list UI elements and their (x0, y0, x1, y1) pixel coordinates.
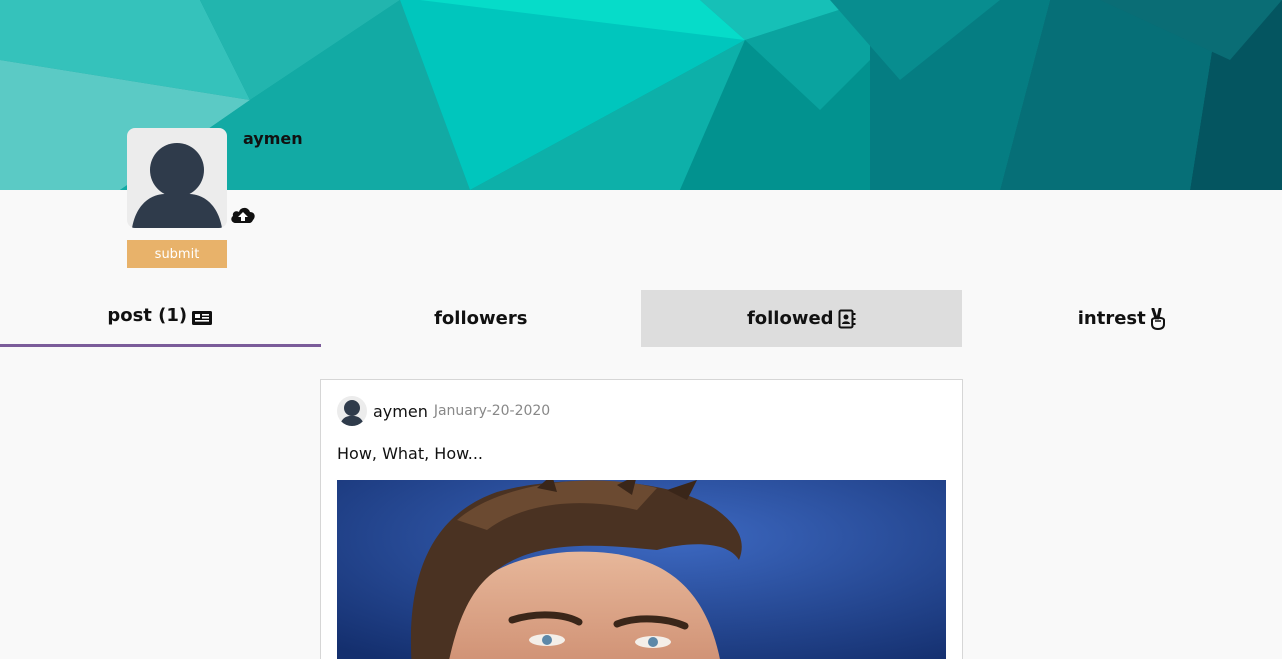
profile-avatar (127, 128, 227, 228)
post-header: aymen January-20-2020 (337, 396, 550, 426)
tab-post-label: post (1) (107, 305, 188, 326)
submit-button[interactable]: submit (127, 240, 227, 268)
post-image[interactable] (337, 480, 946, 659)
post-author-avatar[interactable] (337, 396, 367, 426)
tab-followed[interactable]: followed (641, 290, 962, 347)
profile-page: aymen submit post (1) followers followed… (0, 0, 1282, 659)
profile-name: aymen (243, 129, 303, 148)
tab-intrest[interactable]: intrest (962, 290, 1282, 347)
cloud-upload-icon[interactable] (229, 204, 257, 226)
post-card: aymen January-20-2020 How, What, How... (320, 379, 963, 659)
tab-followed-label: followed (746, 308, 834, 329)
peace-hand-icon (1150, 307, 1166, 330)
post-date: January-20-2020 (433, 403, 551, 419)
address-book-icon (838, 309, 856, 329)
tab-followers-label: followers (434, 308, 528, 329)
tab-post[interactable]: post (1) (0, 290, 321, 347)
post-author-name[interactable]: aymen (373, 402, 428, 421)
newspaper-icon (191, 305, 213, 327)
post-text: How, What, How... (337, 444, 483, 463)
tab-intrest-label: intrest (1077, 308, 1146, 329)
profile-tabs: post (1) followers followed intrest (0, 290, 1282, 347)
tab-followers[interactable]: followers (321, 290, 642, 347)
